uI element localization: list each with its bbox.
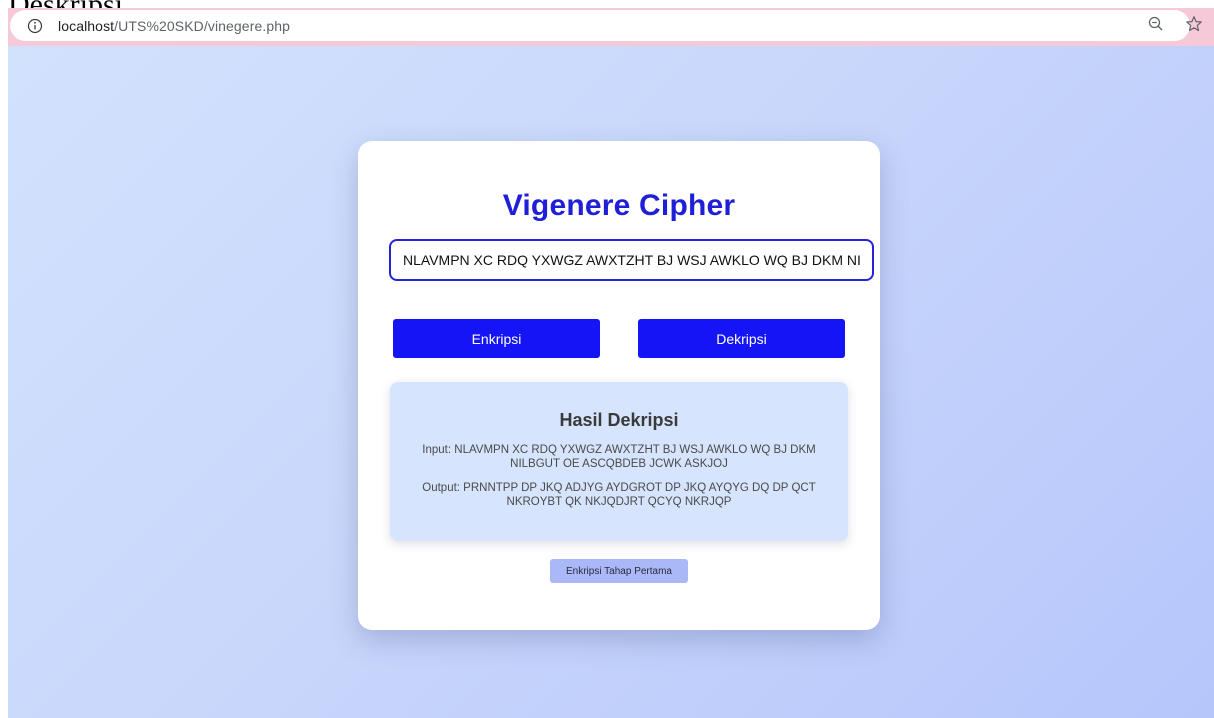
zoom-out-icon[interactable] — [1146, 14, 1166, 34]
address-field[interactable]: localhost/UTS%20SKD/vinegere.php — [10, 10, 1190, 41]
bookmark-star-icon[interactable] — [1184, 14, 1204, 34]
info-icon[interactable] — [26, 17, 44, 35]
cipher-card: Vigenere Cipher Enkripsi Dekripsi Hasil … — [358, 141, 880, 630]
url-path: /UTS%20SKD/vinegere.php — [114, 17, 290, 34]
result-input-text: Input: NLAVMPN XC RDQ YXWGZ AWXTZHT BJ W… — [422, 444, 816, 470]
result-title: Hasil Dekripsi — [559, 410, 679, 430]
browser-address-bar: localhost/UTS%20SKD/vinegere.php — [8, 8, 1214, 46]
url-host: localhost — [58, 17, 115, 34]
card-title: Vigenere Cipher — [502, 189, 736, 222]
page-viewport: Vigenere Cipher Enkripsi Dekripsi Hasil … — [8, 46, 1214, 718]
text-input[interactable] — [389, 239, 874, 281]
first-stage-encrypt-button[interactable]: Enkripsi Tahap Pertama — [550, 559, 688, 583]
result-output-text: Output: PRNNTPP DP JKQ ADJYG AYDGROT DP … — [422, 482, 816, 508]
result-panel: Hasil Dekripsi Input: NLAVMPN XC RDQ YXW… — [390, 382, 848, 541]
url-text[interactable]: localhost/UTS%20SKD/vinegere.php — [58, 18, 290, 34]
decrypt-button[interactable]: Dekripsi — [638, 319, 845, 358]
encrypt-button[interactable]: Enkripsi — [393, 319, 600, 358]
